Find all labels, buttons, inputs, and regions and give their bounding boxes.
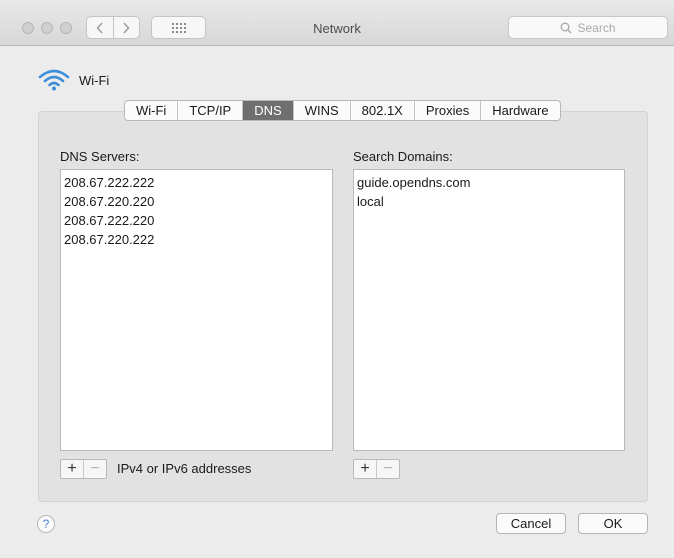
dns-servers-list[interactable]: 208.67.222.222 208.67.220.220 208.67.222… — [60, 169, 333, 451]
search-domains-list[interactable]: guide.opendns.com local — [353, 169, 625, 451]
search-placeholder: Search — [577, 20, 616, 35]
tab-hardware[interactable]: Hardware — [481, 101, 559, 120]
cancel-button[interactable]: Cancel — [496, 513, 566, 534]
search-domains-add-remove: + − — [353, 459, 400, 479]
list-item[interactable]: local — [357, 192, 621, 211]
interface-header: Wi-Fi — [38, 68, 109, 92]
add-search-domain-button[interactable]: + — [354, 460, 376, 478]
remove-search-domain-button[interactable]: − — [376, 460, 399, 478]
list-item[interactable]: 208.67.222.222 — [64, 173, 329, 192]
title-bar: Network Search — [0, 0, 674, 46]
tab-dns[interactable]: DNS — [243, 101, 294, 120]
search-icon — [561, 22, 572, 33]
list-item[interactable]: 208.67.222.220 — [64, 211, 329, 230]
search-field[interactable]: Search — [508, 16, 668, 39]
tab-wins[interactable]: WINS — [294, 101, 351, 120]
add-dns-server-button[interactable]: + — [61, 460, 83, 478]
remove-dns-server-button[interactable]: − — [83, 460, 106, 478]
ok-button[interactable]: OK — [578, 513, 648, 534]
wifi-icon — [38, 69, 70, 91]
help-button[interactable]: ? — [37, 515, 55, 533]
list-item[interactable]: 208.67.220.220 — [64, 192, 329, 211]
tab-8021x[interactable]: 802.1X — [351, 101, 415, 120]
dns-hint: IPv4 or IPv6 addresses — [117, 461, 252, 476]
tab-tcpip[interactable]: TCP/IP — [178, 101, 244, 120]
search-domains-label: Search Domains: — [353, 149, 453, 164]
tab-wifi[interactable]: Wi-Fi — [125, 101, 179, 120]
interface-name: Wi-Fi — [79, 72, 110, 88]
list-item[interactable]: guide.opendns.com — [357, 173, 621, 192]
dns-servers-label: DNS Servers: — [60, 149, 140, 164]
dns-servers-add-remove: + − — [60, 459, 107, 479]
tab-proxies[interactable]: Proxies — [415, 101, 482, 120]
tab-bar: Wi-Fi TCP/IP DNS WINS 802.1X Proxies Har… — [124, 100, 561, 121]
list-item[interactable]: 208.67.220.222 — [64, 230, 329, 249]
